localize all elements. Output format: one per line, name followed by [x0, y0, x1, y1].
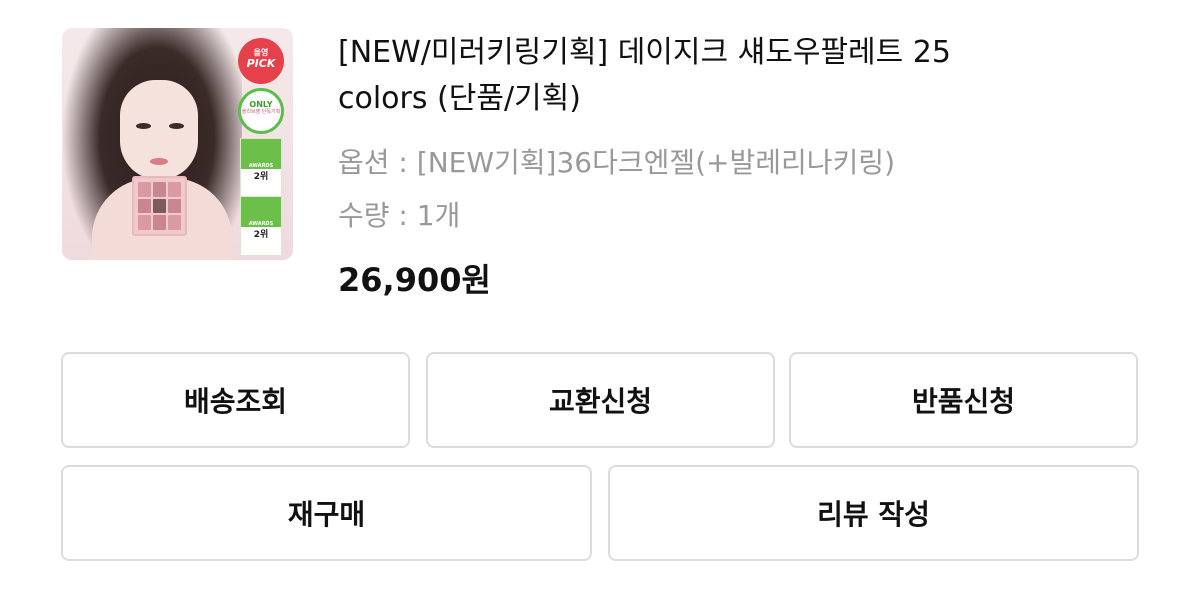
option-value: [NEW기획]36다크엔젤(+발레리나키링) — [416, 146, 895, 179]
award-badge: AWARDS 2위 — [240, 138, 282, 198]
model-eye-right — [169, 123, 184, 129]
price: 26,900원 — [338, 260, 491, 300]
quantity-value: 1개 — [416, 199, 461, 232]
pick-badge: 올영 PICK — [238, 38, 284, 84]
price-currency: 원 — [461, 261, 491, 299]
write-review-button[interactable]: 리뷰 작성 — [608, 465, 1139, 561]
eyeshadow-palette — [132, 176, 187, 236]
price-amount: 26,900 — [338, 261, 462, 299]
delivery-tracking-button[interactable]: 배송조회 — [61, 352, 410, 448]
only-badge: ONLY 올리브영 단독기획 — [238, 88, 284, 134]
award-rank: 2위 — [253, 230, 269, 240]
product-title[interactable]: [NEW/미러키링기획] 데이지크 섀도우팔레트 25 colors (단품/기… — [338, 30, 1038, 122]
award-rank: 2위 — [253, 172, 269, 182]
order-item-card: 올영 PICK ONLY 올리브영 단독기획 AWARDS 2위 AWARDS … — [0, 0, 1200, 591]
return-request-button[interactable]: 반품신청 — [789, 352, 1138, 448]
quantity-label: 수량 — [338, 199, 390, 232]
model-eye-left — [136, 123, 151, 129]
model-lips — [150, 158, 168, 165]
award-label: AWARDS — [241, 139, 281, 169]
option-row: 옵션 : [NEW기획]36다크엔젤(+발레리나키링) — [338, 146, 895, 179]
pick-badge-bottom: PICK — [246, 57, 276, 70]
model-face — [120, 80, 198, 180]
only-badge-top: ONLY — [249, 100, 273, 109]
product-thumbnail[interactable]: 올영 PICK ONLY 올리브영 단독기획 AWARDS 2위 AWARDS … — [62, 28, 293, 260]
option-label: 옵션 — [338, 146, 390, 179]
quantity-row: 수량 : 1개 — [338, 199, 461, 232]
exchange-request-button[interactable]: 교환신청 — [426, 352, 775, 448]
award-badge: AWARDS 2위 — [240, 196, 282, 256]
only-badge-bottom: 올리브영 단독기획 — [241, 109, 281, 115]
award-label: AWARDS — [241, 197, 281, 227]
repurchase-button[interactable]: 재구매 — [61, 465, 592, 561]
